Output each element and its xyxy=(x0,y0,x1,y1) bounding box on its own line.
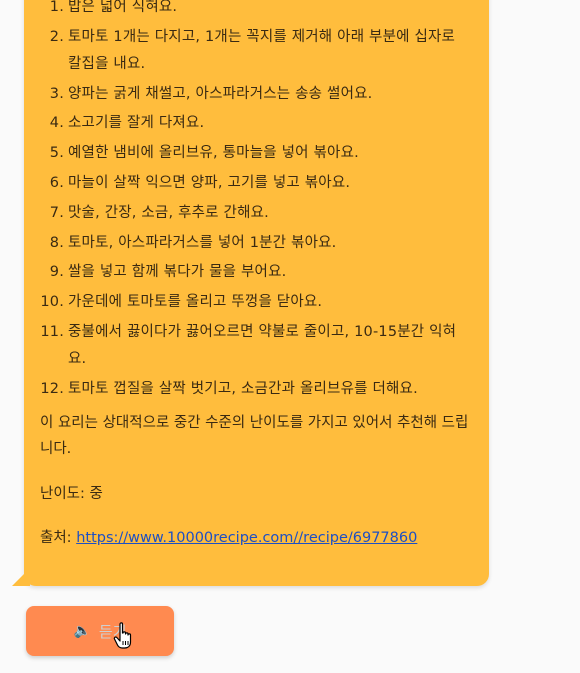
listen-button[interactable]: 🔈 듣기 xyxy=(26,606,174,656)
step-text: 소고기를 잘게 다져요. xyxy=(68,115,205,132)
recipe-step: 2토마토 1개는 다지고, 1개는 꼭지를 제거해 아래 부분에 십자로 칼집을… xyxy=(34,24,472,78)
step-number: 12 xyxy=(34,376,64,403)
step-text: 쌀을 넣고 함께 볶다가 물을 부어요. xyxy=(68,264,287,281)
recipe-step: 7맛술, 간장, 소금, 후추로 간해요. xyxy=(34,200,472,227)
hand-pointer-cursor-icon xyxy=(113,622,132,649)
step-number: 1 xyxy=(34,0,64,21)
recipe-message-bubble: 1 밥은 넓어 식혀요. 2토마토 1개는 다지고, 1개는 꼭지를 제거해 아래 … xyxy=(12,0,489,586)
recipe-steps-list: 1 밥은 넓어 식혀요. 2토마토 1개는 다지고, 1개는 꼭지를 제거해 아래 … xyxy=(34,0,472,406)
bubble-tail xyxy=(12,568,30,586)
recipe-step: 6마늘이 살짝 익으면 양파, 고기를 넣고 볶아요. xyxy=(34,170,472,197)
recipe-step: 12토마토 껍질을 살짝 벗기고, 소금간과 올리브유를 더해요. xyxy=(34,376,472,403)
step-number: 10 xyxy=(34,289,64,316)
step-number: 7 xyxy=(34,200,64,227)
recipe-step: 5예열한 냄비에 올리브유, 통마늘을 넣어 볶아요. xyxy=(34,140,472,167)
step-number: 8 xyxy=(34,230,64,257)
recipe-step: 3양파는 굵게 채썰고, 아스파라거스는 송송 썰어요. xyxy=(34,81,472,108)
speaker-icon: 🔈 xyxy=(73,623,91,639)
step-number: 9 xyxy=(34,259,64,286)
recipe-step: 10가운데에 토마토를 올리고 뚜껑을 닫아요. xyxy=(34,289,472,316)
step-number: 4 xyxy=(34,110,64,137)
source-link[interactable]: https://www.10000recipe.com//recipe/6977… xyxy=(76,530,417,546)
difficulty-text: 난이도: 중 xyxy=(40,486,103,502)
recommendation-text: 이 요리는 상대적으로 중간 수준의 난이도를 가지고 있어서 추천해 드립니다… xyxy=(40,415,469,457)
step-text: 중불에서 끓이다가 끓어오르면 약불로 줄이고, 10-15분간 익혀요. xyxy=(68,323,457,367)
source-line: 출처: https://www.10000recipe.com//recipe/… xyxy=(40,525,417,551)
recipe-step: 8토마토, 아스파라거스를 넣어 1분간 볶아요. xyxy=(34,230,472,257)
step-text: 맛술, 간장, 소금, 후추로 간해요. xyxy=(68,204,269,221)
step-text: 토마토 껍질을 살짝 벗기고, 소금간과 올리브유를 더해요. xyxy=(68,380,418,397)
step-text: 예열한 냄비에 올리브유, 통마늘을 넣어 볶아요. xyxy=(68,145,359,162)
recipe-step: 4소고기를 잘게 다져요. xyxy=(34,110,472,137)
step-text: 양파는 굵게 채썰고, 아스파라거스는 송송 썰어요. xyxy=(68,85,373,102)
step-number: 5 xyxy=(34,140,64,167)
step-number: 2 xyxy=(34,24,64,51)
step-text: 가운데에 토마토를 올리고 뚜껑을 닫아요. xyxy=(68,294,323,311)
step-number: 3 xyxy=(34,81,64,108)
step-number: 6 xyxy=(34,170,64,197)
step-number: 11 xyxy=(34,319,64,346)
recipe-step: 9쌀을 넣고 함께 볶다가 물을 부어요. xyxy=(34,259,472,286)
step-text: 토마토, 아스파라거스를 넣어 1분간 볶아요. xyxy=(68,234,337,251)
recipe-step: 1 밥은 넓어 식혀요. xyxy=(34,0,472,21)
source-label: 출처: xyxy=(40,530,77,546)
recipe-step: 11중불에서 끓이다가 끓어오르면 약불로 줄이고, 10-15분간 익혀요. xyxy=(34,319,472,373)
step-text: 밥은 넓어 식혀요. xyxy=(68,0,178,15)
step-text: 토마토 1개는 다지고, 1개는 꼭지를 제거해 아래 부분에 십자로 칼집을 … xyxy=(68,28,456,72)
step-text: 마늘이 살짝 익으면 양파, 고기를 넣고 볶아요. xyxy=(68,174,351,191)
